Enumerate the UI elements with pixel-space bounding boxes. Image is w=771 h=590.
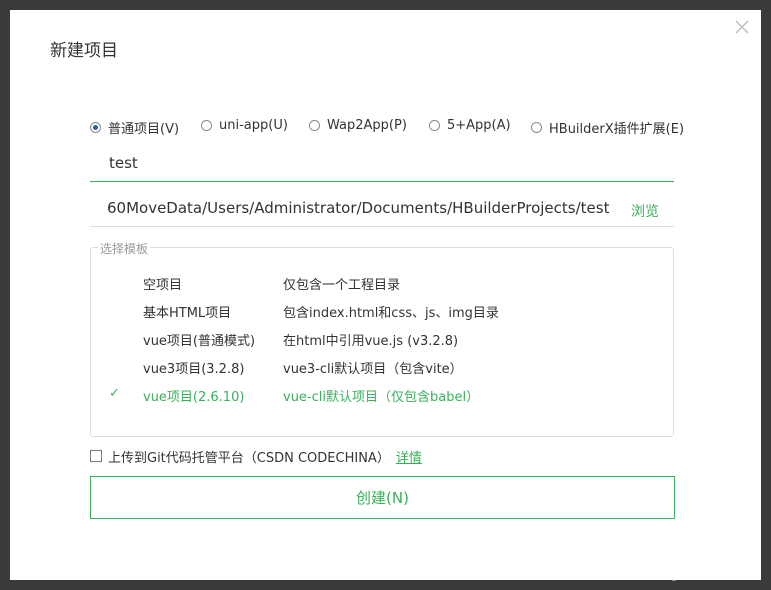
template-name: vue项目(2.6.10) — [143, 390, 245, 405]
dialog-title: 新建项目 — [50, 41, 118, 61]
watermark: CSDN @河西石头 — [619, 564, 742, 582]
radio-hbuilderx-plugin[interactable]: HBuilderX插件扩展(E) — [531, 118, 684, 137]
upload-checkbox[interactable] — [90, 450, 102, 462]
radio-label: 5+App(A) — [447, 118, 511, 133]
template-vue-cli[interactable]: ✓ vue项目(2.6.10) vue-cli默认项目（仅包含babel） — [91, 384, 673, 406]
radio-label: uni-app(U) — [219, 118, 288, 133]
radio-5plus-app[interactable]: 5+App(A) — [429, 118, 511, 133]
template-name: 空项目 — [143, 278, 183, 293]
template-empty-project[interactable]: 空项目 仅包含一个工程目录 — [91, 272, 673, 294]
check-icon: ✓ — [109, 386, 120, 401]
project-name-value: test — [109, 154, 138, 172]
template-legend: 选择模板 — [98, 240, 151, 257]
template-desc: vue3-cli默认项目（包含vite） — [283, 362, 463, 377]
template-name: 基本HTML项目 — [143, 306, 232, 321]
template-desc: 仅包含一个工程目录 — [283, 278, 401, 293]
new-project-dialog: 新建项目 普通项目(V) uni-app(U) Wap2App(P) 5+App… — [10, 10, 761, 580]
radio-icon[interactable] — [429, 120, 440, 131]
template-desc: 在html中引用vue.js (v3.2.8) — [283, 334, 459, 349]
browse-link[interactable]: 浏览 — [631, 201, 659, 221]
template-name: vue3项目(3.2.8) — [143, 362, 245, 377]
project-path-value: 60MoveData/Users/Administrator/Documents… — [107, 199, 610, 217]
radio-wap2app[interactable]: Wap2App(P) — [309, 118, 407, 133]
radio-normal-project[interactable]: 普通项目(V) — [90, 118, 179, 137]
project-name-input[interactable]: test — [90, 148, 674, 182]
radio-label: 普通项目(V) — [108, 122, 180, 137]
detail-link[interactable]: 详情 — [396, 447, 422, 466]
close-icon[interactable] — [733, 18, 751, 36]
template-basic-html[interactable]: 基本HTML项目 包含index.html和css、js、img目录 — [91, 300, 673, 322]
template-vue3[interactable]: vue3项目(3.2.8) vue3-cli默认项目（包含vite） — [91, 356, 673, 378]
upload-label: 上传到Git代码托管平台（CSDN CODECHINA） — [108, 450, 390, 466]
radio-icon[interactable] — [309, 120, 320, 131]
radio-label: Wap2App(P) — [327, 118, 407, 133]
template-desc: vue-cli默认项目（仅包含babel） — [283, 390, 480, 405]
radio-label: HBuilderX插件扩展(E) — [549, 122, 685, 137]
upload-option: 上传到Git代码托管平台（CSDN CODECHINA） 详情 — [90, 447, 422, 466]
project-path-input[interactable]: 60MoveData/Users/Administrator/Documents… — [90, 193, 674, 227]
radio-selected-icon[interactable] — [90, 122, 101, 133]
template-desc: 包含index.html和css、js、img目录 — [283, 306, 499, 321]
template-list: 选择模板 空项目 仅包含一个工程目录 基本HTML项目 包含index.html… — [90, 240, 674, 437]
create-button[interactable]: 创建(N) — [90, 476, 675, 519]
template-name: vue项目(普通模式) — [143, 334, 256, 349]
radio-icon[interactable] — [201, 120, 212, 131]
radio-uni-app[interactable]: uni-app(U) — [201, 118, 288, 133]
template-vue-normal[interactable]: vue项目(普通模式) 在html中引用vue.js (v3.2.8) — [91, 328, 673, 350]
radio-icon[interactable] — [531, 122, 542, 133]
